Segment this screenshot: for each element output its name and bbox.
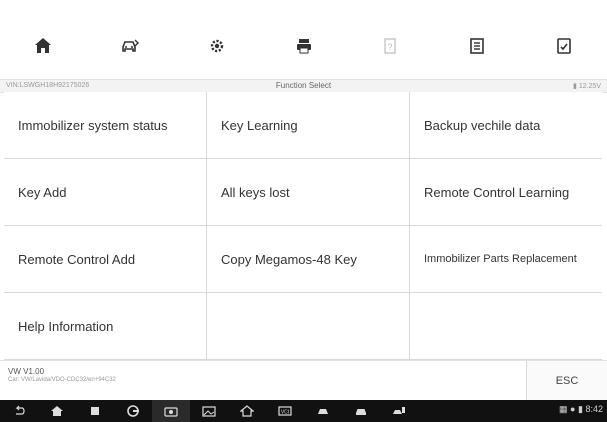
- top-toolbar: ?: [0, 22, 607, 70]
- menu-item[interactable]: Copy Megamos-48 Key: [207, 226, 410, 293]
- battery-voltage: ▮ 12.25V: [573, 83, 601, 90]
- help-icon: ?: [384, 38, 396, 54]
- menu-item[interactable]: Immobilizer Parts Replacement: [410, 226, 602, 293]
- browser-icon: [127, 405, 139, 417]
- print-button[interactable]: [260, 22, 347, 70]
- diag-home-button[interactable]: [228, 404, 266, 418]
- remote-button[interactable]: [380, 404, 418, 418]
- chat-icon: ▦: [559, 404, 568, 414]
- android-nav-bar: VCI ▦ ● ▮ 8:42: [0, 400, 607, 422]
- svg-text:?: ?: [388, 42, 393, 52]
- vci-icon: VCI: [278, 406, 292, 416]
- menu-item[interactable]: Remote Control Learning: [410, 159, 602, 226]
- back-icon: [15, 405, 25, 415]
- menu-item[interactable]: Backup vechile data: [410, 92, 602, 159]
- data-log-icon: [556, 38, 571, 54]
- gallery-button[interactable]: [190, 404, 228, 418]
- vci-button[interactable]: VCI: [266, 404, 304, 418]
- vehicle-swap-button[interactable]: [87, 22, 174, 70]
- service-button[interactable]: [304, 404, 342, 418]
- recent-apps-button[interactable]: [76, 404, 114, 418]
- back-button[interactable]: [0, 404, 38, 418]
- settings-button[interactable]: [173, 22, 260, 70]
- system-tray: ▦ ● ▮ 8:42: [559, 404, 603, 415]
- menu-empty-cell: [410, 293, 602, 360]
- clock: 8:42: [585, 404, 603, 414]
- save-icon: [470, 38, 484, 54]
- camera-icon: [164, 407, 178, 417]
- vehicle-swap-icon: [122, 39, 140, 52]
- gallery-icon: [202, 406, 216, 417]
- menu-item[interactable]: Help Information: [4, 293, 207, 360]
- settings-icon: [210, 39, 223, 53]
- footer-bar: VW V1.00 Car: VW/Lavida/VDO-CDC32/en+94C…: [0, 360, 607, 401]
- home-icon: [35, 38, 52, 53]
- home-nav-icon: [51, 406, 63, 416]
- function-menu: Immobilizer system status Key Learning B…: [4, 92, 602, 360]
- recent-apps-icon: [91, 407, 99, 415]
- browser-button[interactable]: [114, 404, 152, 418]
- svg-text:VCI: VCI: [281, 410, 289, 416]
- wifi-icon: ●: [570, 404, 576, 414]
- menu-item[interactable]: Key Learning: [207, 92, 410, 159]
- save-button[interactable]: [434, 22, 521, 70]
- vehicle-path: Car: VW/Lavida/VDO-CDC32/en+94C32: [8, 377, 116, 383]
- home-button[interactable]: [0, 22, 87, 70]
- page-title: Function Select: [275, 81, 332, 90]
- camera-button[interactable]: [152, 400, 190, 422]
- remote-icon: [393, 407, 405, 414]
- battery-status-icon: ▮: [578, 404, 583, 414]
- diag-home-icon: [240, 405, 254, 417]
- battery-icon: ▮: [573, 83, 577, 90]
- data-log-button[interactable]: [520, 22, 607, 70]
- status-bar: VIN:LSWGH18H92175026 Function Select ▮ 1…: [0, 79, 607, 93]
- esc-button[interactable]: ESC: [526, 361, 607, 401]
- vehicle-icon: [356, 409, 366, 415]
- menu-empty-cell: [207, 293, 410, 360]
- service-icon: [318, 409, 328, 414]
- menu-item[interactable]: All keys lost: [207, 159, 410, 226]
- software-version: VW V1.00: [8, 367, 45, 376]
- menu-item[interactable]: Key Add: [4, 159, 207, 226]
- vehicle-button[interactable]: [342, 404, 380, 418]
- print-icon: [296, 39, 311, 54]
- menu-item[interactable]: Remote Control Add: [4, 226, 207, 293]
- help-button[interactable]: ?: [347, 22, 434, 70]
- home-nav-button[interactable]: [38, 404, 76, 418]
- menu-item[interactable]: Immobilizer system status: [4, 92, 207, 159]
